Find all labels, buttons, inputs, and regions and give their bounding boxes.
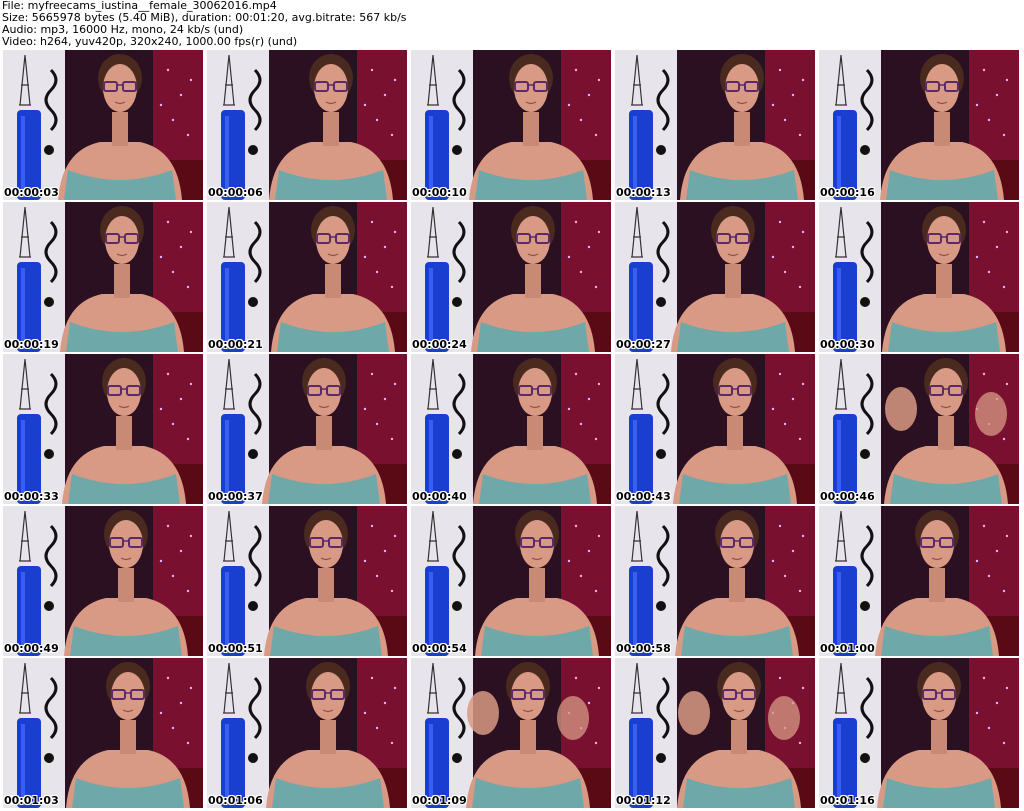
- frame-image: [207, 506, 407, 656]
- video-frame-thumbnail[interactable]: 00:00:24: [411, 202, 611, 352]
- video-frame-thumbnail[interactable]: 00:00:58: [615, 506, 815, 656]
- frame-timestamp: 00:00:21: [208, 338, 263, 351]
- video-frame-thumbnail[interactable]: 00:01:03: [3, 658, 203, 808]
- frame-timestamp: 00:01:12: [616, 794, 671, 807]
- frame-timestamp: 00:00:30: [820, 338, 875, 351]
- frame-timestamp: 00:00:37: [208, 490, 263, 503]
- frame-image: [207, 50, 407, 200]
- video-frame-thumbnail[interactable]: 00:00:33: [3, 354, 203, 504]
- frame-timestamp: 00:01:06: [208, 794, 263, 807]
- frame-timestamp: 00:00:49: [4, 642, 59, 655]
- frame-timestamp: 00:00:03: [4, 186, 59, 199]
- frame-timestamp: 00:00:19: [4, 338, 59, 351]
- frame-image: [615, 658, 815, 808]
- frame-image: [411, 50, 611, 200]
- frame-image: [3, 658, 203, 808]
- frame-timestamp: 00:00:51: [208, 642, 263, 655]
- frame-timestamp: 00:00:27: [616, 338, 671, 351]
- frame-timestamp: 00:01:03: [4, 794, 59, 807]
- frame-image: [207, 202, 407, 352]
- frame-image: [411, 202, 611, 352]
- frame-image: [819, 50, 1019, 200]
- frame-timestamp: 00:00:06: [208, 186, 263, 199]
- frame-image: [819, 202, 1019, 352]
- frame-image: [207, 354, 407, 504]
- video-frame-thumbnail[interactable]: 00:01:06: [207, 658, 407, 808]
- video-frame-thumbnail[interactable]: 00:01:16: [819, 658, 1019, 808]
- video-frame-thumbnail[interactable]: 00:00:46: [819, 354, 1019, 504]
- frame-image: [411, 506, 611, 656]
- frame-image: [411, 658, 611, 808]
- video-frame-thumbnail[interactable]: 00:00:30: [819, 202, 1019, 352]
- video-frame-thumbnail[interactable]: 00:01:00: [819, 506, 1019, 656]
- video-frame-thumbnail[interactable]: 00:01:12: [615, 658, 815, 808]
- frame-timestamp: 00:00:13: [616, 186, 671, 199]
- video-frame-thumbnail[interactable]: 00:00:40: [411, 354, 611, 504]
- frame-timestamp: 00:00:40: [412, 490, 467, 503]
- frame-timestamp: 00:00:46: [820, 490, 875, 503]
- frame-image: [615, 50, 815, 200]
- frame-image: [819, 506, 1019, 656]
- video-frame-thumbnail[interactable]: 00:00:37: [207, 354, 407, 504]
- video-frame-thumbnail[interactable]: 00:00:10: [411, 50, 611, 200]
- video-frame-thumbnail[interactable]: 00:00:51: [207, 506, 407, 656]
- frame-timestamp: 00:00:24: [412, 338, 467, 351]
- frame-timestamp: 00:00:43: [616, 490, 671, 503]
- frame-timestamp: 00:00:33: [4, 490, 59, 503]
- video-frame-thumbnail[interactable]: 00:00:43: [615, 354, 815, 504]
- file-info-header: File: myfreecams_iustina__female_3006201…: [0, 0, 1024, 50]
- video-frame-thumbnail[interactable]: 00:00:03: [3, 50, 203, 200]
- frame-image: [615, 202, 815, 352]
- video-info-line: Video: h264, yuv420p, 320x240, 1000.00 f…: [2, 35, 298, 48]
- frame-timestamp: 00:00:58: [616, 642, 671, 655]
- video-frame-thumbnail[interactable]: 00:01:09: [411, 658, 611, 808]
- frame-timestamp: 00:01:00: [820, 642, 875, 655]
- frame-timestamp: 00:00:16: [820, 186, 875, 199]
- frame-image: [819, 354, 1019, 504]
- video-frame-thumbnail[interactable]: 00:00:06: [207, 50, 407, 200]
- video-frame-thumbnail[interactable]: 00:00:54: [411, 506, 611, 656]
- video-frame-thumbnail[interactable]: 00:00:16: [819, 50, 1019, 200]
- frame-image: [3, 202, 203, 352]
- frame-image: [3, 50, 203, 200]
- frame-image: [3, 354, 203, 504]
- frame-image: [3, 506, 203, 656]
- thumbnail-grid: 00:00:03 00:00:06 00:00:10 00:00:13 00:00:16…: [3, 50, 1022, 810]
- video-frame-thumbnail[interactable]: 00:00:49: [3, 506, 203, 656]
- frame-image: [615, 506, 815, 656]
- frame-timestamp: 00:00:10: [412, 186, 467, 199]
- video-frame-thumbnail[interactable]: 00:00:27: [615, 202, 815, 352]
- frame-timestamp: 00:01:16: [820, 794, 875, 807]
- frame-image: [207, 658, 407, 808]
- video-frame-thumbnail[interactable]: 00:00:19: [3, 202, 203, 352]
- frame-image: [411, 354, 611, 504]
- video-frame-thumbnail[interactable]: 00:00:21: [207, 202, 407, 352]
- frame-timestamp: 00:00:54: [412, 642, 467, 655]
- video-frame-thumbnail[interactable]: 00:00:13: [615, 50, 815, 200]
- frame-image: [819, 658, 1019, 808]
- frame-timestamp: 00:01:09: [412, 794, 467, 807]
- frame-image: [615, 354, 815, 504]
